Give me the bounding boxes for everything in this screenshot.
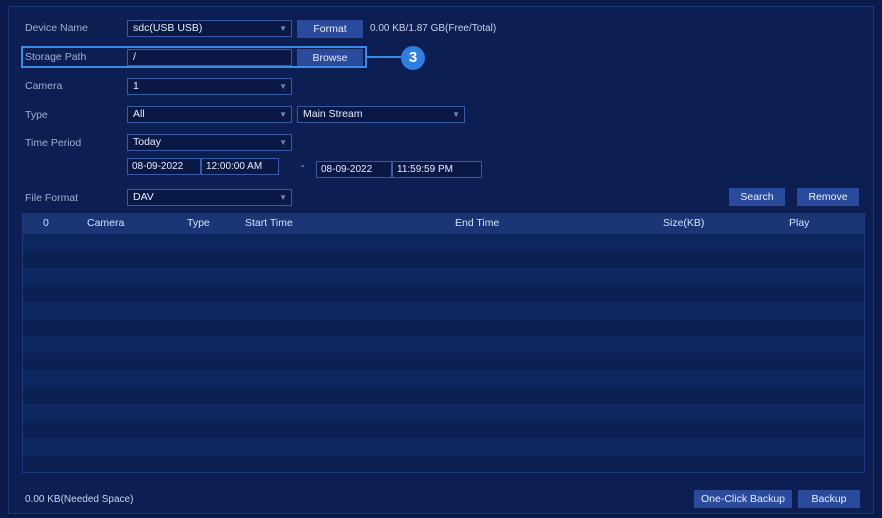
camera-select[interactable]: 1 ▼ — [127, 78, 292, 95]
col-type: Type — [187, 217, 210, 229]
table-row[interactable] — [23, 251, 864, 268]
table-row[interactable] — [23, 438, 864, 455]
callout-line — [367, 56, 401, 58]
col-size: Size(KB) — [663, 217, 705, 229]
start-time-field[interactable]: 12:00:00 AM — [201, 158, 279, 175]
table-header: 0 Camera Type Start Time End Time Size(K… — [23, 214, 864, 234]
device-name-label: Device Name — [25, 22, 89, 34]
table-row[interactable] — [23, 336, 864, 353]
chevron-down-icon: ▼ — [279, 110, 287, 119]
stream-value: Main Stream — [303, 108, 363, 120]
col-index[interactable]: 0 — [43, 217, 49, 229]
table-row[interactable] — [23, 353, 864, 370]
table-row[interactable] — [23, 387, 864, 404]
table-row[interactable] — [23, 421, 864, 438]
table-row[interactable] — [23, 370, 864, 387]
type-value: All — [133, 108, 145, 120]
col-play: Play — [789, 217, 810, 229]
table-row[interactable] — [23, 285, 864, 302]
table-row[interactable] — [23, 404, 864, 421]
table-row[interactable] — [23, 302, 864, 319]
end-time-field[interactable]: 11:59:59 PM — [392, 161, 482, 178]
end-date-field[interactable]: 08-09-2022 — [316, 161, 392, 178]
time-period-value: Today — [133, 136, 162, 148]
date-range-separator: - — [301, 161, 305, 172]
col-end-time: End Time — [455, 217, 500, 229]
format-button[interactable]: Format — [297, 20, 363, 38]
search-button[interactable]: Search — [729, 188, 785, 206]
type-label: Type — [25, 109, 48, 121]
col-camera: Camera — [87, 217, 125, 229]
capacity-text: 0.00 KB/1.87 GB(Free/Total) — [370, 23, 497, 34]
chevron-down-icon: ▼ — [279, 138, 287, 147]
chevron-down-icon: ▼ — [452, 110, 460, 119]
camera-value: 1 — [133, 80, 139, 92]
file-format-value: DAV — [133, 191, 154, 203]
col-start-time: Start Time — [245, 217, 293, 229]
storage-path-highlight — [21, 46, 367, 68]
table-row[interactable] — [23, 268, 864, 285]
table-row[interactable] — [23, 234, 864, 251]
needed-space-text: 0.00 KB(Needed Space) — [25, 494, 134, 505]
device-name-select[interactable]: sdc(USB USB) ▼ — [127, 20, 292, 37]
stream-select[interactable]: Main Stream ▼ — [297, 106, 465, 123]
type-select[interactable]: All ▼ — [127, 106, 292, 123]
recording-table: 0 Camera Type Start Time End Time Size(K… — [22, 213, 865, 473]
chevron-down-icon: ▼ — [279, 24, 287, 33]
start-date-field[interactable]: 08-09-2022 — [127, 158, 201, 175]
table-row[interactable] — [23, 319, 864, 336]
chevron-down-icon: ▼ — [279, 82, 287, 91]
file-format-select[interactable]: DAV ▼ — [127, 189, 292, 206]
file-format-label: File Format — [25, 192, 79, 204]
one-click-backup-button[interactable]: One-Click Backup — [694, 490, 792, 508]
time-period-select[interactable]: Today ▼ — [127, 134, 292, 151]
chevron-down-icon: ▼ — [279, 193, 287, 202]
device-name-value: sdc(USB USB) — [133, 22, 203, 34]
backup-button[interactable]: Backup — [798, 490, 860, 508]
camera-label: Camera — [25, 80, 63, 92]
remove-button[interactable]: Remove — [797, 188, 859, 206]
table-row[interactable] — [23, 455, 864, 472]
callout-badge: 3 — [401, 46, 425, 70]
time-period-label: Time Period — [25, 137, 82, 149]
